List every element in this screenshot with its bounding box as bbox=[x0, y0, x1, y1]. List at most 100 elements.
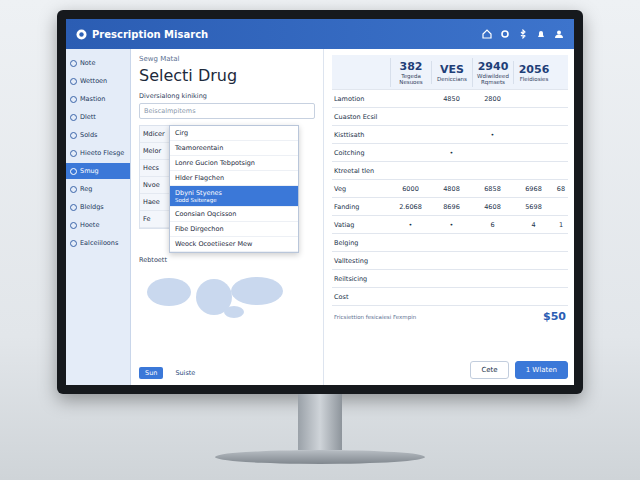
table-cell: 5698 bbox=[513, 203, 554, 211]
sidebar-item[interactable]: Hoete bbox=[66, 217, 130, 233]
column-value: 2940 bbox=[478, 60, 509, 73]
bell-icon[interactable] bbox=[536, 29, 546, 39]
footer-note: Fricsiettion fesicaiesi Fexmpin bbox=[334, 314, 416, 320]
home-icon[interactable] bbox=[482, 29, 492, 39]
sidebar-item[interactable]: Ealceiiloons bbox=[66, 235, 130, 251]
table-header: 382 Tegeda NesuoesVES Deniccians2940 Wdi… bbox=[332, 55, 568, 90]
dropdown-item[interactable]: Dbyni Styenes Sodd Ssiterage bbox=[170, 186, 298, 207]
action-button[interactable]: Cete bbox=[470, 361, 508, 379]
page-heading: Selecti Drug bbox=[139, 66, 315, 85]
table-row[interactable]: Vatiag ••641 bbox=[332, 216, 568, 234]
dropdown-label: Hlder Flagchen bbox=[175, 174, 293, 182]
dropdown-item[interactable]: Lonre Gucion Tebpotsign bbox=[170, 156, 298, 171]
logo-icon bbox=[76, 29, 87, 40]
row-label: Veg bbox=[332, 185, 390, 193]
column-header: 2056 Fleidiosies bbox=[513, 61, 554, 84]
table-row[interactable]: Kisttisath • bbox=[332, 126, 568, 144]
table-row[interactable]: Lamotion 48502800 bbox=[332, 90, 568, 108]
table-row[interactable]: Belging bbox=[332, 234, 568, 252]
table-cell: 6968 bbox=[513, 185, 554, 193]
table-cell: • bbox=[431, 221, 472, 229]
table-row[interactable]: Reiltsicing bbox=[332, 270, 568, 288]
dropdown-label: Lonre Gucion Tebpotsign bbox=[175, 159, 293, 167]
dropdown-item[interactable]: Hlder Flagchen bbox=[170, 171, 298, 186]
table-cell: 4 bbox=[513, 221, 554, 229]
dropdown-label: Coonsian Oqcisson bbox=[175, 210, 293, 218]
dropdown-menu: Cirg Teamoreentain Lonre Gucion Tebpotsi… bbox=[169, 125, 299, 253]
row-label: Reiltsicing bbox=[332, 275, 390, 283]
table-row[interactable]: Ktreetal tlen bbox=[332, 162, 568, 180]
dropdown-item[interactable]: Fibe Dirgechon bbox=[170, 222, 298, 237]
sidebar-item[interactable]: Dlett bbox=[66, 109, 130, 125]
column-label: Tegeda Nesuoes bbox=[392, 73, 430, 85]
sidebar-label: Hieeto Flesge bbox=[80, 149, 124, 157]
table-row[interactable]: Cost bbox=[332, 288, 568, 306]
table-cell: 2.6068 bbox=[390, 203, 431, 211]
item-icon bbox=[70, 60, 77, 67]
sidebar-label: Smug bbox=[80, 167, 99, 175]
dropdown-label: Fibe Dirgechon bbox=[175, 225, 293, 233]
row-label: Kisttisath bbox=[332, 131, 390, 139]
sidebar-label: Mastion bbox=[80, 95, 105, 103]
table-cell: 1 bbox=[554, 221, 568, 229]
table-footer: Fricsiettion fesicaiesi Fexmpin $50 bbox=[332, 306, 568, 327]
row-label: Cuaston Ecsil bbox=[332, 113, 390, 121]
breadcrumb: Sewg Matal bbox=[139, 55, 315, 63]
table-cell: 2800 bbox=[472, 95, 513, 103]
sidebar-item[interactable]: Reg bbox=[66, 181, 130, 197]
bluetooth-icon[interactable] bbox=[518, 29, 528, 39]
item-icon bbox=[70, 132, 77, 139]
row-label: Cost bbox=[332, 293, 390, 301]
bottom-tab[interactable]: Sun bbox=[139, 367, 163, 379]
item-icon bbox=[70, 168, 77, 175]
table-row[interactable]: Valltesting bbox=[332, 252, 568, 270]
sidebar-label: Solds bbox=[80, 131, 97, 139]
action-button[interactable]: 1 Wlaten bbox=[515, 361, 568, 379]
bottom-tab[interactable]: Suiste bbox=[169, 367, 201, 379]
row-label: Ktreetal tlen bbox=[332, 167, 390, 175]
app-body: Note Wettoen Mastion Dlett Solds Hieeto … bbox=[66, 49, 574, 385]
table-row[interactable]: Coitching • bbox=[332, 144, 568, 162]
table-row[interactable]: Veg 600048086858696868 bbox=[332, 180, 568, 198]
sidebar-label: Note bbox=[80, 59, 95, 67]
table-cell: • bbox=[390, 221, 431, 229]
monitor: Prescription Misarch Note Wettoen Mastio… bbox=[57, 10, 583, 394]
sidebar-label: Reg bbox=[80, 185, 92, 193]
column-value: 382 bbox=[400, 60, 423, 73]
sidebar-item[interactable]: Smug bbox=[66, 163, 130, 179]
monitor-base bbox=[215, 450, 425, 464]
column-label: Deniccians bbox=[437, 76, 467, 82]
office-scene: Prescription Misarch Note Wettoen Mastio… bbox=[0, 0, 640, 480]
search-field[interactable]: Beiscalmpitems bbox=[139, 103, 315, 119]
table-panel: 382 Tegeda NesuoesVES Deniccians2940 Wdi… bbox=[324, 49, 574, 385]
map-picture bbox=[139, 267, 289, 323]
dropdown-item[interactable]: Coonsian Oqcisson bbox=[170, 207, 298, 222]
sidebar-label: Ealceiiloons bbox=[80, 239, 118, 247]
table-row[interactable]: Cuaston Ecsil bbox=[332, 108, 568, 126]
table-cell: 4808 bbox=[431, 185, 472, 193]
table-cell: 4850 bbox=[431, 95, 472, 103]
list-area: MdicerMelorHecsNvoeHaeeFe Cirg Teamoreen… bbox=[139, 125, 315, 253]
gear-icon[interactable] bbox=[500, 29, 510, 39]
sidebar-item[interactable]: Hieeto Flesge bbox=[66, 145, 130, 161]
sidebar-item[interactable]: Mastion bbox=[66, 91, 130, 107]
dropdown-label: Weock Ocoetiieser Mew bbox=[175, 240, 293, 248]
column-value: VES bbox=[440, 63, 464, 76]
table-row[interactable]: Fanding 2.6068869646085698 bbox=[332, 198, 568, 216]
dropdown-item[interactable]: Weock Ocoetiieser Mew bbox=[170, 237, 298, 252]
row-label: Valltesting bbox=[332, 257, 390, 265]
sidebar-label: Dlett bbox=[80, 113, 96, 121]
column-header: VES Deniccians bbox=[431, 61, 472, 84]
table-cell: 8696 bbox=[431, 203, 472, 211]
sidebar-item[interactable]: Note bbox=[66, 55, 130, 71]
dropdown-label: Cirg bbox=[175, 129, 293, 137]
sidebar-item[interactable]: Bleldgs bbox=[66, 199, 130, 215]
dropdown-item[interactable]: Cirg bbox=[170, 126, 298, 141]
item-icon bbox=[70, 222, 77, 229]
sidebar-item[interactable]: Wettoen bbox=[66, 73, 130, 89]
sidebar-item[interactable]: Solds bbox=[66, 127, 130, 143]
dropdown-item[interactable]: Teamoreentain bbox=[170, 141, 298, 156]
table-cell: • bbox=[472, 131, 513, 139]
bottom-tabs: Sun Suiste bbox=[139, 367, 315, 379]
user-icon[interactable] bbox=[554, 29, 564, 39]
